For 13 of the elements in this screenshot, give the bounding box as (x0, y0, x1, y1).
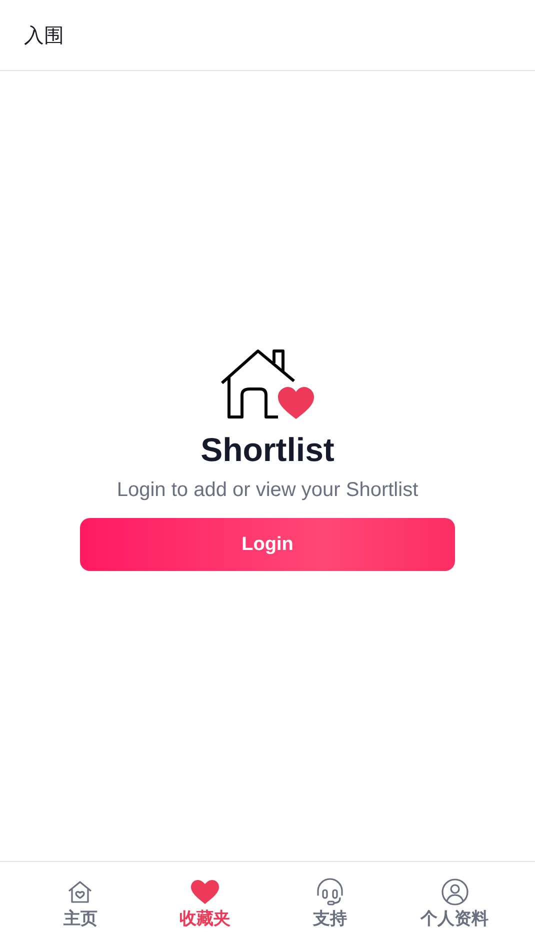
home-icon (67, 878, 94, 906)
empty-state-message: Login to add or view your Shortlist (116, 479, 418, 502)
page-title: 入围 (24, 24, 64, 48)
empty-state-title: Shortlist (200, 431, 334, 469)
tab-item[interactable]: 主页 (25, 878, 136, 932)
login-button[interactable]: Login (80, 518, 455, 571)
tab-item[interactable]: 收藏夹 (150, 878, 260, 932)
profile-icon (440, 878, 469, 906)
tab-item[interactable]: 支持 (274, 878, 385, 932)
heart-icon (190, 878, 220, 906)
house-heart-icon (220, 347, 316, 421)
headset-icon (316, 878, 344, 906)
tab-item[interactable]: 个人资料 (400, 878, 510, 932)
